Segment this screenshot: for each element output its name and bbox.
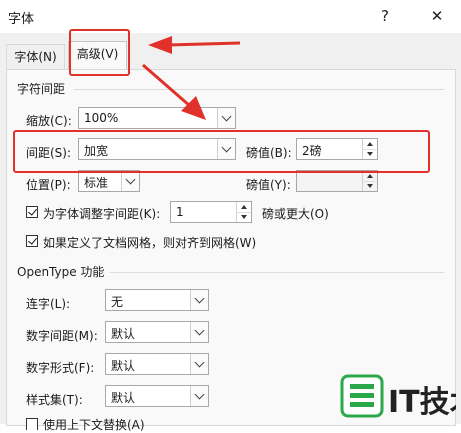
arrow-left-icon <box>148 36 241 54</box>
watermark-logo-icon: IT技术 <box>340 374 461 420</box>
watermark-logo: IT技术 <box>338 370 461 424</box>
annotation-arrows <box>142 36 241 120</box>
font-dialog: 字体 ? ✕ 字体(N) 高级(V) 字符间距 缩放(C): 100% 间距(S… <box>0 0 461 432</box>
arrow-down-right-icon <box>142 63 206 120</box>
svg-text:IT技术: IT技术 <box>388 385 456 420</box>
